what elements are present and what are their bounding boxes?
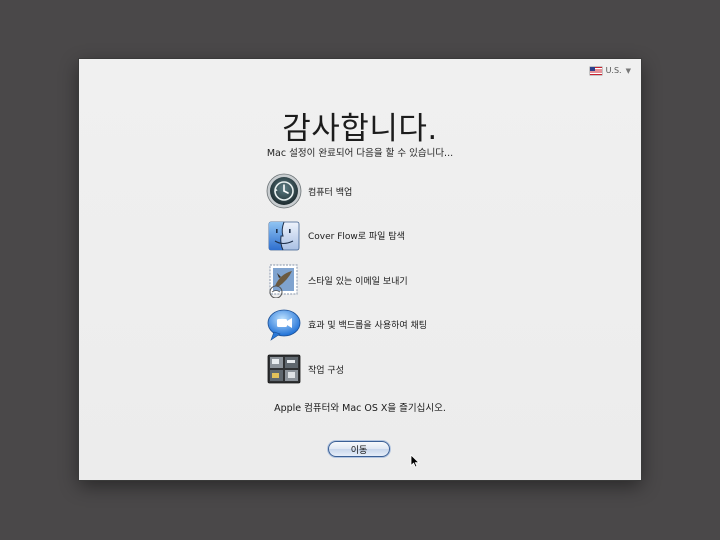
chevron-down-icon: ▼ <box>625 66 631 75</box>
mail-stamp-icon <box>269 264 298 299</box>
enjoy-message: Apple 컴퓨터와 Mac OS X을 즐기십시오. <box>274 403 446 414</box>
page-subtitle: Mac 설정이 완료되어 다음을 할 수 있습니다... <box>266 148 454 159</box>
mouse-cursor-icon <box>410 454 420 468</box>
feature-label: Cover Flow로 파일 탐색 <box>308 232 405 243</box>
setup-assistant-window: U.S. ▼ 감사합니다. Mac 설정이 완료되어 다음을 할 수 있습니다.… <box>79 59 641 480</box>
language-label: U.S. <box>605 66 622 75</box>
feature-item-spaces: 작업 구성 <box>266 347 566 392</box>
feature-item-chat: 효과 및 백드롭을 사용하여 채팅 <box>266 303 566 348</box>
finder-icon <box>268 221 300 251</box>
ichat-icon <box>267 309 301 341</box>
feature-item-backup: 컴퓨터 백업 <box>266 169 566 214</box>
spaces-icon <box>267 354 301 384</box>
feature-list: 컴퓨터 백업 Cover Flow로 파일 탐색 스타일 있는 이메일 보내기 … <box>266 169 566 392</box>
page-title: 감사합니다. <box>282 111 438 147</box>
language-menu[interactable]: U.S. ▼ <box>589 66 631 75</box>
us-flag-icon <box>589 66 602 75</box>
desktop-background: U.S. ▼ 감사합니다. Mac 설정이 완료되어 다음을 할 수 있습니다.… <box>0 0 720 540</box>
feature-label: 작업 구성 <box>308 365 344 376</box>
feature-label: 스타일 있는 이메일 보내기 <box>308 276 408 287</box>
feature-label: 효과 및 백드롭을 사용하여 채팅 <box>308 321 428 332</box>
feature-label: 컴퓨터 백업 <box>308 187 353 198</box>
feature-item-mail: 스타일 있는 이메일 보내기 <box>266 258 566 303</box>
feature-item-cover-flow: Cover Flow로 파일 탐색 <box>266 214 566 259</box>
time-machine-icon <box>266 173 302 209</box>
go-button[interactable]: 이동 <box>328 441 390 457</box>
